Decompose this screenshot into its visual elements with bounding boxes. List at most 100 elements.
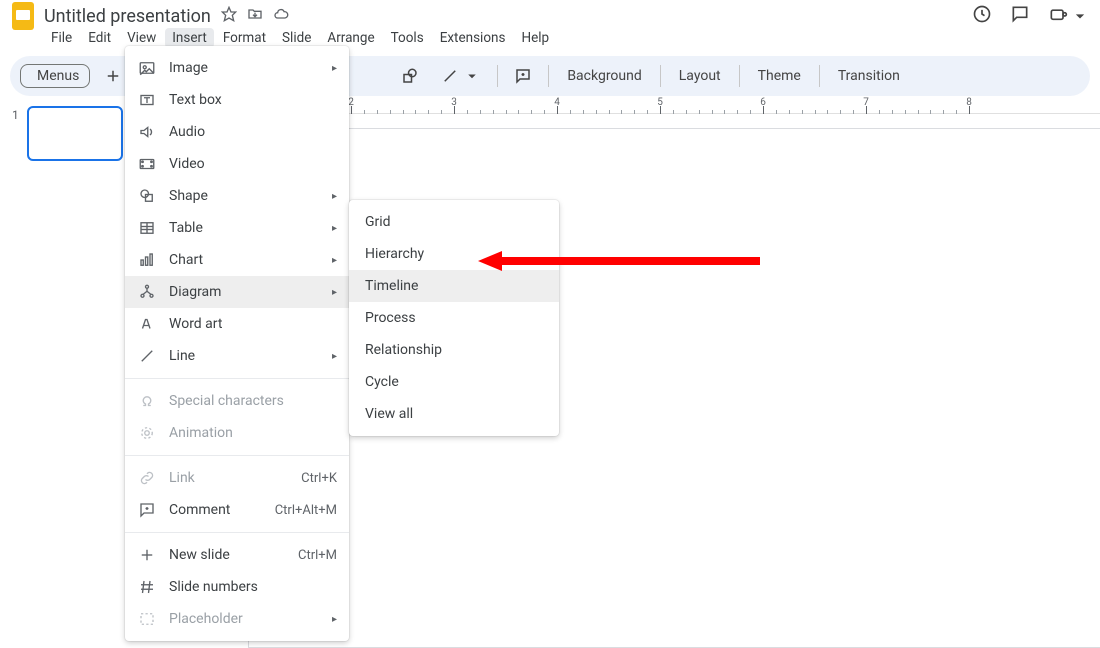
menu-item-label: Chart [169, 252, 203, 268]
menu-item-label: Audio [169, 124, 205, 140]
image-icon [137, 58, 157, 78]
document-title[interactable]: Untitled presentation [44, 6, 211, 27]
comment-icon [137, 500, 157, 520]
insert-menu-item-text-box[interactable]: Text box [125, 84, 349, 116]
insert-menu-item-image[interactable]: Image▸ [125, 52, 349, 84]
chart-icon [137, 250, 157, 270]
insert-line-toolbar-button[interactable] [433, 63, 489, 89]
omega-icon [137, 391, 157, 411]
insert-menu-item-animation: Animation [125, 417, 349, 449]
table-icon [137, 218, 157, 238]
insert-menu-item-new-slide[interactable]: New slide Ctrl+M [125, 539, 349, 571]
insert-menu-item-diagram[interactable]: Diagram▸ [125, 276, 349, 308]
menu-item-label: Comment [169, 502, 230, 518]
menu-item-label: Shape [169, 188, 208, 204]
menu-arrange[interactable]: Arrange [320, 28, 381, 48]
wordart-icon [137, 314, 157, 334]
menu-edit[interactable]: Edit [81, 28, 118, 48]
submenu-item-label: Relationship [365, 342, 442, 358]
menu-format[interactable]: Format [216, 28, 273, 48]
submenu-item-label: View all [365, 406, 413, 422]
menu-tools[interactable]: Tools [384, 28, 431, 48]
diagram-submenu-item-relationship[interactable]: Relationship [349, 334, 559, 366]
video-icon [137, 154, 157, 174]
menu-view[interactable]: View [120, 28, 163, 48]
animation-icon [137, 423, 157, 443]
menu-item-label: Special characters [169, 393, 284, 409]
submenu-arrow-icon: ▸ [332, 191, 337, 202]
insert-menu-item-placeholder: Placeholder ▸ [125, 603, 349, 635]
submenu-arrow-icon: ▸ [332, 614, 337, 625]
insert-menu-item-chart[interactable]: Chart ▸ [125, 244, 349, 276]
diagram-submenu-item-view-all[interactable]: View all [349, 398, 559, 430]
diagram-submenu: Grid Hierarchy Timeline Process Relationship… [349, 200, 559, 436]
insert-menu-item-word-art[interactable]: Word art [125, 308, 349, 340]
insert-menu-item-audio[interactable]: Audio [125, 116, 349, 148]
menu-item-shortcut: Ctrl+M [298, 548, 337, 563]
diagram-submenu-item-timeline[interactable]: Timeline [349, 270, 559, 302]
insert-comment-toolbar-button[interactable] [506, 63, 540, 89]
menu-item-label: New slide [169, 547, 230, 563]
menu-item-label: Video [169, 156, 205, 172]
submenu-arrow-icon: ▸ [332, 63, 337, 74]
present-icon[interactable] [1048, 6, 1090, 26]
slide-thumbnail[interactable] [27, 106, 123, 161]
slide-number: 1 [12, 106, 19, 161]
insert-shape-toolbar-button[interactable] [393, 63, 427, 89]
menu-slide[interactable]: Slide [275, 28, 318, 48]
placeholder-icon [137, 609, 157, 629]
menu-item-label: Text box [169, 92, 222, 108]
hash-icon [137, 577, 157, 597]
diagram-submenu-item-process[interactable]: Process [349, 302, 559, 334]
submenu-arrow-icon: ▸ [332, 223, 337, 234]
layout-button[interactable]: Layout [669, 64, 731, 88]
history-icon[interactable] [972, 4, 992, 28]
line-icon [137, 346, 157, 366]
comments-icon[interactable] [1010, 4, 1030, 28]
insert-menu-item-table[interactable]: Table▸ [125, 212, 349, 244]
insert-menu-item-comment[interactable]: CommentCtrl+Alt+M [125, 494, 349, 526]
menu-item-label: Slide numbers [169, 579, 258, 595]
link-icon [137, 468, 157, 488]
menu-extensions[interactable]: Extensions [433, 28, 513, 48]
diagram-submenu-item-grid[interactable]: Grid [349, 206, 559, 238]
cloud-status-icon[interactable] [273, 6, 289, 26]
submenu-item-label: Hierarchy [365, 246, 424, 262]
search-menus-button[interactable]: Menus [20, 64, 90, 88]
insert-menu-item-slide-numbers[interactable]: Slide numbers [125, 571, 349, 603]
background-button[interactable]: Background [557, 64, 651, 88]
insert-menu-item-shape[interactable]: Shape ▸ [125, 180, 349, 212]
submenu-item-label: Cycle [365, 374, 399, 390]
menus-label: Menus [37, 68, 79, 84]
diagram-submenu-item-cycle[interactable]: Cycle [349, 366, 559, 398]
menu-item-label: Animation [169, 425, 233, 441]
diagram-submenu-item-hierarchy[interactable]: Hierarchy [349, 238, 559, 270]
submenu-arrow-icon: ▸ [332, 255, 337, 266]
insert-menu-item-link: LinkCtrl+K [125, 462, 349, 494]
submenu-arrow-icon: ▸ [332, 287, 337, 298]
insert-menu-item-video[interactable]: Video [125, 148, 349, 180]
move-folder-icon[interactable] [247, 6, 263, 26]
menu-insert[interactable]: Insert [165, 28, 214, 48]
insert-menu-item-special-characters: Special characters [125, 385, 349, 417]
plus-icon [137, 545, 157, 565]
shape-icon [137, 186, 157, 206]
menu-file[interactable]: File [44, 28, 79, 48]
transition-button[interactable]: Transition [828, 64, 910, 88]
submenu-item-label: Timeline [365, 278, 418, 294]
menu-item-shortcut: Ctrl+K [301, 471, 337, 486]
insert-menu-dropdown: Image▸Text boxAudioVideoShape▸Table▸Char… [125, 46, 349, 641]
star-icon[interactable] [221, 6, 237, 26]
submenu-arrow-icon: ▸ [332, 351, 337, 362]
menu-item-label: Word art [169, 316, 222, 332]
menu-item-label: Placeholder [169, 611, 243, 627]
submenu-item-label: Grid [365, 214, 391, 230]
menu-help[interactable]: Help [514, 28, 556, 48]
textbox-icon [137, 90, 157, 110]
slides-logo[interactable] [10, 3, 36, 29]
audio-icon [137, 122, 157, 142]
theme-button[interactable]: Theme [748, 64, 811, 88]
menu-item-label: Line [169, 348, 195, 364]
diagram-icon [137, 282, 157, 302]
insert-menu-item-line[interactable]: Line ▸ [125, 340, 349, 372]
